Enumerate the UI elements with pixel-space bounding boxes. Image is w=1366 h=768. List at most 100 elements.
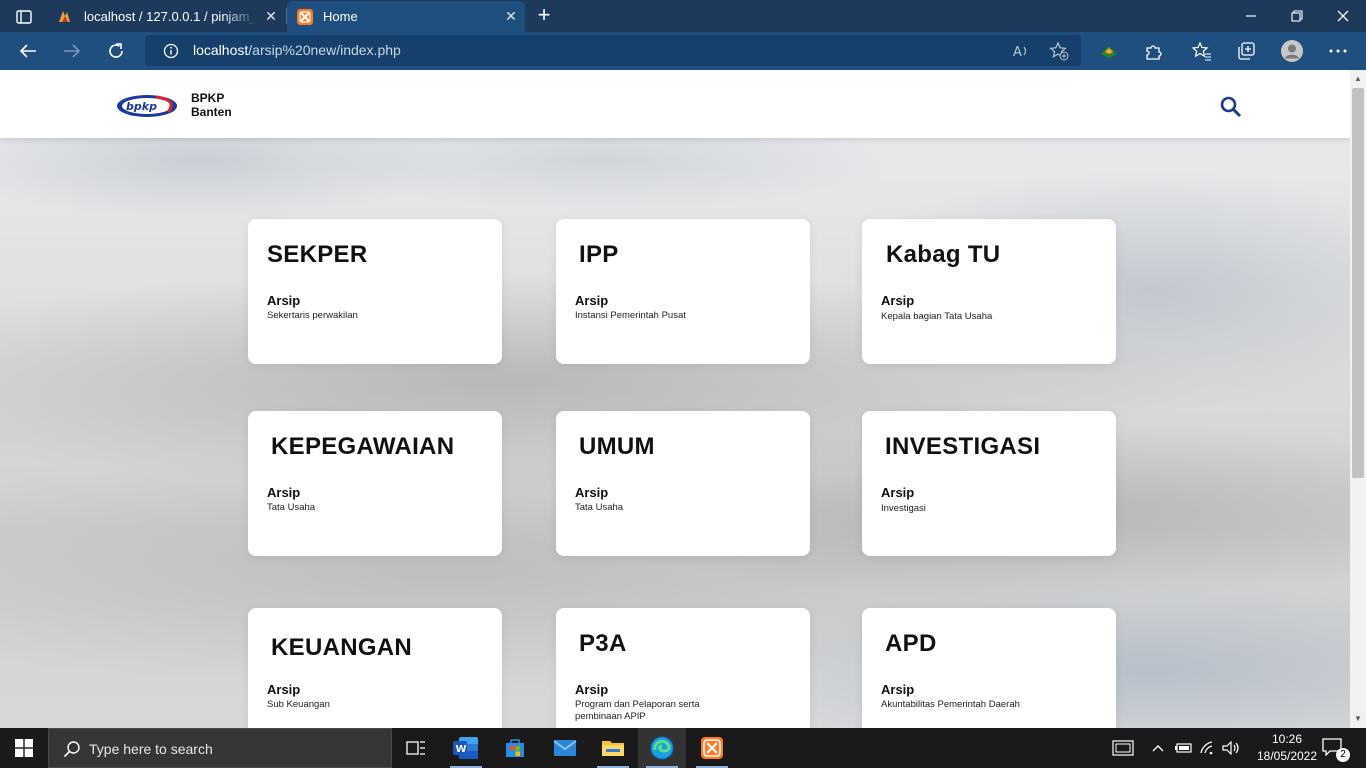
card-subtitle: Arsip [575, 485, 609, 500]
battery-icon [1175, 743, 1192, 753]
close-tab-icon[interactable]: ✕ [497, 8, 525, 25]
card-subtitle: Arsip [575, 682, 609, 697]
taskbar-mail[interactable] [541, 728, 589, 768]
extension-icon[interactable] [1098, 40, 1120, 62]
url-host: localhost [193, 42, 249, 58]
refresh-button[interactable] [101, 36, 131, 66]
minimize-button[interactable] [1228, 0, 1274, 32]
card-kabag-tu[interactable]: Kabag TU Arsip Kepala bagian Tata Usaha [862, 219, 1116, 364]
minimize-icon [1246, 15, 1256, 17]
edge-browser-icon [650, 736, 674, 760]
taskbar-edge[interactable] [638, 728, 686, 768]
windows-logo-icon [15, 739, 33, 757]
card-keuangan[interactable]: KEUANGAN Arsip Sub Keuangan [248, 608, 502, 728]
windows-taskbar: Type here to search W 10:26 18/05/2022 2 [0, 728, 1366, 768]
taskbar-clock[interactable]: 10:26 18/05/2022 [1256, 731, 1318, 765]
wifi-icon [1200, 741, 1213, 755]
restore-icon [1291, 10, 1303, 22]
search-icon [63, 741, 80, 758]
card-title: Kabag TU [886, 241, 1001, 268]
tab-phpmyadmin[interactable]: localhost / 127.0.0.1 / pinjam_mo ✕ [48, 0, 287, 32]
card-title: KEUANGAN [271, 634, 413, 661]
brand-name: BPKP Banten [191, 91, 232, 119]
refresh-icon [109, 43, 123, 58]
tray-battery[interactable] [1172, 728, 1194, 768]
url-path: /arsip%20new/index.php [248, 42, 401, 58]
card-apd[interactable]: APD Arsip Akuntabilitas Pemerintah Daera… [862, 608, 1116, 728]
close-window-button[interactable] [1320, 0, 1366, 32]
close-tab-icon[interactable]: ✕ [257, 8, 285, 25]
card-p3a[interactable]: P3A Arsip Program dan Pelaporan serta pe… [556, 608, 810, 728]
taskbar-xampp[interactable] [688, 728, 736, 768]
card-description: Sub Keuangan [267, 699, 330, 710]
phpmyadmin-icon [59, 11, 70, 22]
card-subtitle: Arsip [267, 293, 301, 308]
taskbar-word[interactable]: W [442, 728, 490, 768]
tray-keyboard[interactable] [1108, 728, 1138, 768]
address-bar[interactable]: localhost/arsip%20new/index.php A [145, 35, 1081, 66]
bpkp-logo[interactable]: bpkp [116, 92, 180, 120]
tab-home[interactable]: Home ✕ [287, 1, 525, 32]
site-info-icon[interactable] [163, 43, 179, 59]
site-search-button[interactable] [1219, 95, 1243, 119]
more-options-icon[interactable] [1327, 40, 1349, 62]
search-icon [1220, 96, 1242, 118]
speaker-icon [1222, 741, 1239, 755]
brand-line-2: Banten [191, 105, 232, 119]
url-text: localhost/arsip%20new/index.php [193, 42, 401, 58]
store-icon [506, 739, 524, 757]
extensions-puzzle-icon[interactable] [1142, 40, 1164, 62]
tray-wifi[interactable] [1198, 728, 1220, 768]
card-description: Kepala bagian Tata Usaha [881, 311, 993, 322]
card-sekper[interactable]: SEKPER Arsip Sekertaris perwakilan [248, 219, 502, 364]
back-button[interactable] [13, 36, 43, 66]
tray-overflow[interactable] [1148, 728, 1168, 768]
card-title: APD [885, 630, 937, 657]
start-button[interactable] [0, 728, 48, 768]
brand-line-1: BPKP [191, 91, 225, 105]
card-kepegawaian[interactable]: KEPEGAWAIAN Arsip Tata Usaha [248, 411, 502, 556]
scroll-down-icon[interactable]: ▼ [1353, 714, 1363, 724]
forward-button[interactable] [57, 36, 87, 66]
card-title: IPP [579, 241, 619, 268]
card-title: INVESTIGASI [885, 433, 1041, 460]
taskbar-search-box[interactable]: Type here to search [48, 728, 392, 768]
add-favorite-icon[interactable] [1049, 41, 1069, 61]
word-icon: W [453, 737, 478, 759]
card-description: Tata Usaha [575, 502, 624, 513]
tray-volume[interactable] [1220, 728, 1242, 768]
chevron-up-icon [1152, 745, 1164, 752]
card-subtitle: Arsip [881, 293, 915, 308]
new-tab-button[interactable]: + [532, 4, 556, 28]
scroll-thumb[interactable] [1352, 88, 1364, 478]
page-scrollbar[interactable]: ▲ ▼ [1350, 70, 1366, 728]
favorites-icon[interactable] [1191, 40, 1213, 62]
taskbar-file-explorer[interactable] [589, 728, 637, 768]
taskbar-store[interactable] [491, 728, 539, 768]
mail-icon [553, 740, 577, 756]
browser-toolbar: localhost/arsip%20new/index.php A [0, 32, 1366, 70]
notification-badge: 2 [1336, 748, 1350, 762]
browser-titlebar: localhost / 127.0.0.1 / pinjam_mo ✕ Home… [0, 0, 1366, 32]
card-umum[interactable]: UMUM Arsip Tata Usaha [556, 411, 810, 556]
svg-text:A: A [1013, 45, 1022, 60]
card-description: Program dan Pelaporan serta pembinaan AP… [575, 699, 700, 722]
card-description: Akuntabilitas Pemerintah Daerah [881, 699, 1020, 710]
collections-icon[interactable] [1235, 40, 1257, 62]
notification-center-button[interactable]: 2 [1322, 738, 1350, 762]
restore-button[interactable] [1274, 0, 1320, 32]
keyboard-icon [1112, 740, 1134, 756]
profile-avatar[interactable] [1279, 38, 1305, 64]
card-subtitle: Arsip [267, 682, 301, 697]
scroll-up-icon[interactable]: ▲ [1353, 74, 1363, 84]
folder-icon [602, 741, 624, 756]
task-view-button[interactable] [392, 728, 440, 768]
card-investigasi[interactable]: INVESTIGASI Arsip Investigasi [862, 411, 1116, 556]
task-view-icon [406, 741, 425, 755]
tab-actions-icon[interactable] [8, 6, 40, 28]
read-aloud-icon[interactable]: A [1011, 41, 1031, 61]
card-description: Instansi Pemerintah Pusat [575, 310, 686, 321]
card-title: P3A [579, 630, 627, 657]
card-description: Investigasi [881, 503, 926, 514]
card-ipp[interactable]: IPP Arsip Instansi Pemerintah Pusat [556, 219, 810, 364]
